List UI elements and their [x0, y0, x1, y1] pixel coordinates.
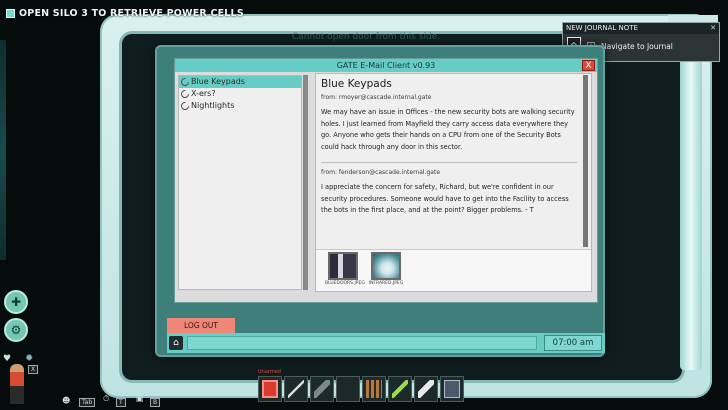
flashlight-icon: [314, 380, 330, 398]
inbox-item-blue-keypads[interactable]: Blue Keypads: [179, 76, 301, 88]
cpu-icon: [444, 380, 460, 398]
image-thumbnail-icon: [371, 252, 401, 280]
reply-sender: from: fenderson@cascade.internal.gate: [321, 169, 441, 176]
message-scrollbar[interactable]: [583, 75, 588, 247]
inventory-slot[interactable]: [310, 376, 334, 402]
equipped-label: Unarmed: [258, 369, 281, 375]
email-client-window: GATE E-Mail Client v0.93 X Blue Keypads …: [174, 58, 598, 303]
inventory-slot[interactable]: [414, 376, 438, 402]
paperclip-icon: [179, 76, 191, 88]
inventory-bar: [258, 376, 464, 402]
paperclip-icon: [179, 100, 191, 112]
message-subject: Blue Keypads: [321, 78, 392, 90]
syringe-icon: [392, 380, 408, 398]
door-hint: Cannot open door from this side.: [292, 32, 441, 42]
backpack-icon[interactable]: ▣: [136, 394, 144, 403]
taskbar-field: [187, 336, 537, 350]
hotkey-t: T: [116, 397, 126, 407]
objective-banner: OPEN SILO 3 TO RETRIEVE POWER CELLS: [6, 6, 244, 20]
inbox-item-x-ers[interactable]: X-ers?: [179, 88, 301, 100]
message-sender: from: rmoyer@cascade.internal.gate: [321, 94, 432, 101]
hotkey-b: B: [150, 397, 161, 407]
journal-action[interactable]: Navigate to Journal: [601, 42, 673, 51]
image-thumbnail-icon: [328, 252, 358, 280]
attachments-bar: BLUEDOORS.JPEG INFRARED.JPEG: [316, 249, 591, 291]
clock: 07:00 am: [544, 335, 602, 351]
bandage-icon[interactable]: ✚: [4, 290, 28, 314]
attachment-bluedoors[interactable]: BLUEDOORS.JPEG: [325, 252, 365, 286]
journal-close-icon[interactable]: ✕: [709, 24, 717, 32]
hotkey-tab: Tab: [79, 397, 96, 407]
augment-icon[interactable]: ⚙: [4, 318, 28, 342]
inventory-slot[interactable]: [336, 376, 360, 402]
health-icon: ♥: [3, 354, 12, 364]
inbox-item-label: Nightlights: [191, 101, 235, 110]
inventory-slot[interactable]: [388, 376, 412, 402]
inventory-slot[interactable]: [440, 376, 464, 402]
knife-icon: [288, 380, 304, 398]
message-divider: [321, 162, 577, 163]
inventory-slot[interactable]: [284, 376, 308, 402]
logout-button[interactable]: LOG OUT: [167, 318, 235, 333]
journal-title: NEW JOURNAL NOTE: [563, 23, 719, 34]
close-button[interactable]: X: [582, 60, 595, 71]
unarmed-icon: [262, 380, 278, 398]
timer-icon[interactable]: ⏱: [103, 394, 109, 404]
hotkey-x: X: [28, 364, 39, 374]
attachment-name: INFRARED.JPEG: [368, 281, 404, 286]
inbox-list: Blue Keypads X-ers? Nightlights: [178, 75, 302, 290]
gate-logo-icon[interactable]: ⌂: [169, 336, 183, 350]
reply-text: I appreciate the concern for safety, Ric…: [321, 183, 569, 214]
frame-light-strip: [680, 30, 702, 370]
inventory-slot[interactable]: [362, 376, 386, 402]
ammo-icon: [366, 380, 382, 398]
paperclip-icon: [179, 88, 191, 100]
objective-icon: [6, 8, 15, 18]
inbox-item-label: X-ers?: [191, 89, 216, 98]
wall-light: [0, 40, 6, 260]
character-icon[interactable]: ☻: [62, 396, 70, 405]
taskbar: ⌂ 07:00 am: [167, 333, 605, 353]
window-title: GATE E-Mail Client v0.93: [175, 59, 597, 72]
objective-text: OPEN SILO 3 TO RETRIEVE POWER CELLS: [19, 7, 244, 19]
message-reader: Blue Keypads from: rmoyer@cascade.intern…: [315, 73, 592, 292]
player-portrait: [10, 364, 24, 404]
inventory-slot[interactable]: [258, 376, 282, 402]
message-body: Blue Keypads from: rmoyer@cascade.intern…: [316, 74, 582, 248]
inbox-item-nightlights[interactable]: Nightlights: [179, 100, 301, 112]
empty-slot: [340, 380, 356, 398]
flare-icon: [418, 380, 434, 398]
inbox-item-label: Blue Keypads: [191, 77, 245, 86]
attachment-infrared[interactable]: INFRARED.JPEG: [368, 252, 404, 286]
status-gear-icon: ✹: [25, 353, 34, 364]
inbox-scrollbar[interactable]: [303, 75, 308, 290]
message-text: We may have an issue in Offices - the ne…: [321, 108, 575, 151]
attachment-name: BLUEDOORS.JPEG: [325, 281, 365, 286]
